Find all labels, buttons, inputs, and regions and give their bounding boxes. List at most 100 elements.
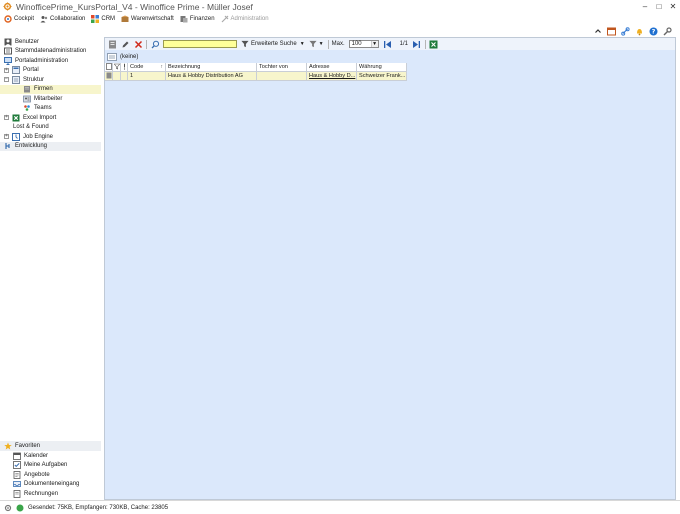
nav-item-label: Job Engine [23, 133, 54, 140]
advanced-search-button[interactable]: Erweiterte Suche ▼ [241, 40, 305, 48]
open-record-button[interactable] [107, 39, 117, 49]
grouping-icon[interactable] [107, 52, 117, 61]
portal-icon [12, 66, 20, 75]
nav-item-firmen[interactable]: Firmen [0, 84, 101, 94]
menu-finanzen[interactable]: Finanzen [180, 15, 215, 23]
menu-collaboration[interactable]: Collaboration [40, 15, 85, 23]
column-header-tochter-von[interactable]: Tochter von [257, 63, 307, 72]
column-header-bezeichnung[interactable]: Bezeichnung [166, 63, 257, 72]
menu-administration[interactable]: Administration [221, 15, 269, 23]
settings-icon[interactable] [663, 26, 672, 36]
search-input[interactable] [163, 40, 237, 48]
nav-item-mitarbeiter[interactable]: Mitarbeiter [0, 94, 101, 104]
excel-export-button[interactable] [429, 39, 439, 49]
filter-dropdown-button[interactable]: ▼ [309, 40, 324, 48]
column-header-code[interactable]: Code ↑ [128, 63, 166, 72]
cockpit-icon [4, 15, 12, 23]
address-link[interactable]: Haus & Hobby D... [309, 73, 355, 79]
nav-item-teams[interactable]: Teams [0, 104, 101, 114]
header-tools: ? [588, 25, 672, 37]
chevron-down-icon: ▼ [318, 41, 324, 47]
edit-button[interactable] [120, 39, 130, 49]
bell-icon[interactable] [635, 27, 644, 36]
minimize-button[interactable]: – [638, 0, 652, 13]
row-filter-cell [113, 72, 121, 81]
column-header-waehrung[interactable]: Währung [357, 63, 407, 72]
gear-icon[interactable] [4, 504, 12, 512]
exclamation-icon [123, 63, 126, 70]
window-title: WinofficePrime_KursPortal_V4 - Winoffice… [16, 1, 253, 12]
window-layout-icon[interactable] [607, 27, 616, 36]
inbox-icon [13, 480, 21, 488]
excel-icon [429, 40, 438, 48]
first-page-button[interactable] [383, 39, 393, 49]
toolbar-separator [327, 39, 329, 49]
expand-toggle[interactable]: + [4, 67, 9, 73]
nav-item-stammdatenadministration[interactable]: Stammdatenadministration [0, 47, 101, 57]
invoice-icon [13, 489, 21, 498]
title-bar: WinofficePrime_KursPortal_V4 - Winoffice… [0, 0, 680, 13]
row-record-cell[interactable] [105, 72, 113, 81]
administration-icon [221, 15, 229, 23]
max-rows-select[interactable]: 100 ▼ [348, 40, 379, 48]
favorite-rechnungen[interactable]: Rechnungen [0, 489, 101, 499]
favorite-angebote[interactable]: Angebote [0, 470, 101, 480]
cell-bezeichnung[interactable]: Haus & Hobby Distribution AG [166, 72, 257, 81]
help-icon[interactable]: ? [649, 27, 658, 36]
link-icon[interactable] [621, 26, 630, 36]
table-row[interactable]: 1 Haus & Hobby Distribution AG Haus & Ho… [105, 72, 407, 81]
menu-warenwirtschaft[interactable]: Warenwirtschaft [121, 15, 174, 23]
nav-item-entwicklung[interactable]: Entwicklung [0, 141, 101, 151]
filter-header[interactable] [113, 63, 121, 72]
pager-indicator: 1/1 [399, 41, 408, 47]
nav-item-label: Portaladministration [15, 57, 69, 64]
monitor-icon [4, 56, 12, 65]
new-record-header[interactable] [105, 63, 113, 72]
column-header-adresse[interactable]: Adresse [307, 63, 357, 72]
favorite-kalender[interactable]: Kalender [0, 451, 101, 461]
data-grid: Code ↑ Bezeichnung Tochter von Adresse Wä… [105, 63, 407, 81]
cell-code[interactable]: 1 [128, 72, 166, 81]
flag-header[interactable] [121, 63, 128, 72]
nav-item-portaladministration[interactable]: Portaladministration [0, 56, 101, 66]
grouping-bar: (keine) [105, 51, 675, 62]
favorite-dokumenteneingang[interactable]: Dokumenteneingang [0, 480, 101, 490]
collapse-toggle[interactable]: − [4, 77, 9, 83]
delete-button[interactable] [133, 39, 143, 49]
favorite-meine-aufgaben[interactable]: Meine Aufgaben [0, 461, 101, 471]
grouping-label: (keine) [120, 53, 139, 60]
expand-toggle[interactable]: + [4, 115, 9, 121]
cell-adresse[interactable]: Haus & Hobby D... [307, 72, 357, 81]
search-icon [151, 40, 159, 48]
last-page-button[interactable] [412, 39, 422, 49]
maximize-button[interactable]: □ [652, 0, 666, 13]
nav-item-label: Stammdatenadministration [15, 48, 87, 55]
main-content: Erweiterte Suche ▼ ▼ Max. 100 ▼ 1/1 (kei… [104, 37, 676, 500]
expand-toggle[interactable]: + [4, 134, 9, 140]
nav-item-label: Portal [23, 67, 39, 74]
chevron-up-icon[interactable] [593, 27, 602, 36]
nav-item-label: Benutzer [15, 38, 40, 45]
nav-item-label: Teams [34, 105, 52, 112]
menu-crm[interactable]: CRM [91, 15, 115, 23]
menu-cockpit[interactable]: Cockpit [4, 15, 34, 23]
team-icon [23, 104, 31, 112]
cell-tochter-von[interactable] [257, 72, 307, 81]
nav-item-benutzer[interactable]: Benutzer [0, 37, 101, 47]
main-menu-bar: Cockpit Collaboration CRM Warenwirtschaf… [0, 13, 680, 25]
document-icon [106, 63, 112, 70]
search-button[interactable] [150, 39, 160, 49]
nav-item-job-engine[interactable]: + Job Engine [0, 132, 101, 142]
nav-item-lost-found[interactable]: Lost & Found [0, 123, 101, 133]
last-page-icon [413, 40, 421, 48]
close-button[interactable]: ✕ [666, 0, 680, 13]
nav-item-struktur[interactable]: − Struktur [0, 75, 101, 85]
user-settings-icon [4, 38, 12, 46]
cell-waehrung[interactable]: Schweizer Frank... [357, 72, 407, 81]
nav-item-portal[interactable]: + Portal [0, 66, 101, 76]
grid-header-row: Code ↑ Bezeichnung Tochter von Adresse Wä… [105, 63, 407, 72]
svg-text:?: ? [652, 27, 656, 35]
favorites-header[interactable]: Favoriten [0, 441, 101, 451]
nav-item-label: Firmen [34, 86, 53, 93]
nav-item-excel-import[interactable]: + Excel Import [0, 113, 101, 123]
